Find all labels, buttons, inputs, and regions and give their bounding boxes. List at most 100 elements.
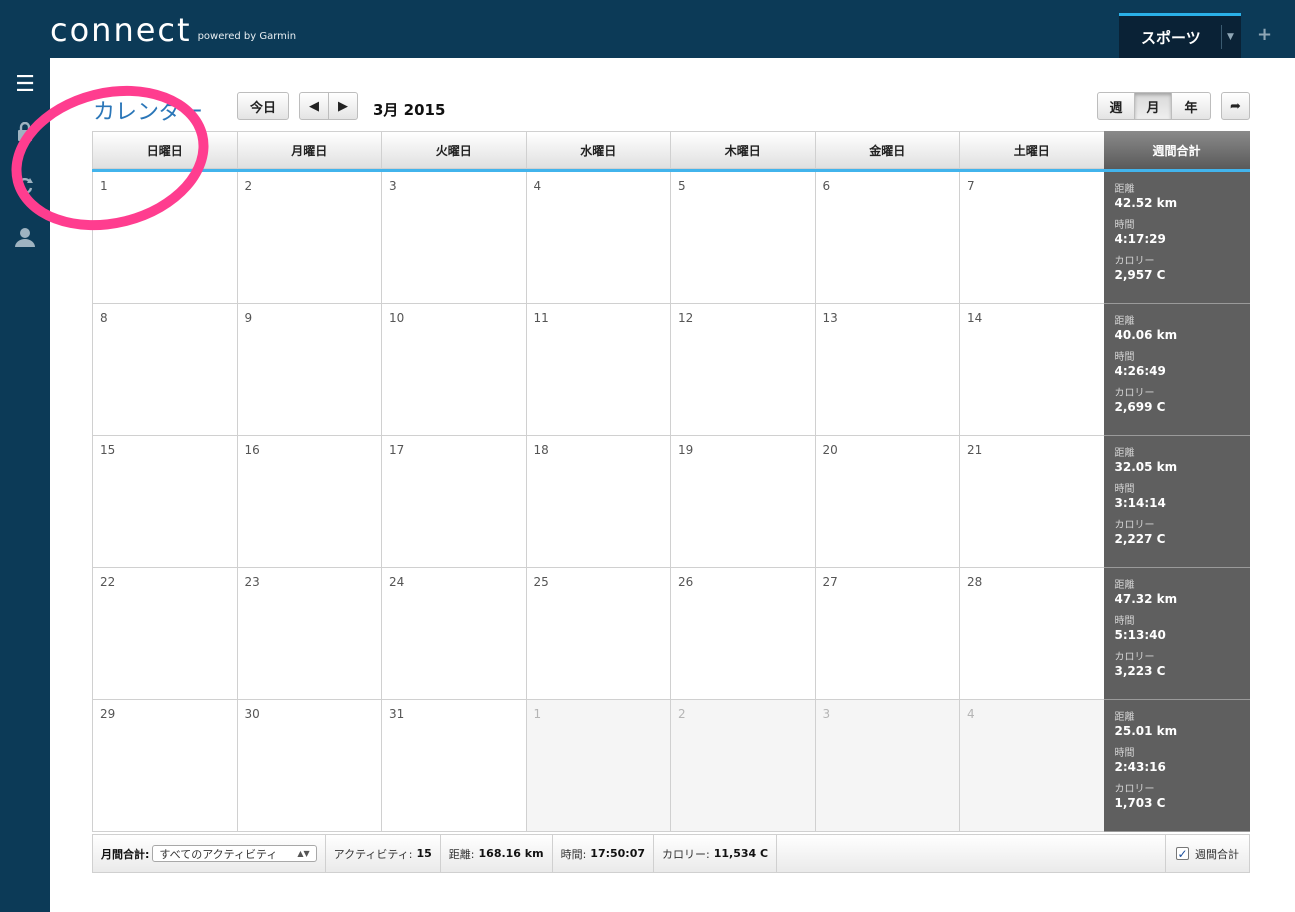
calendar-day-cell[interactable]: 17 bbox=[381, 436, 526, 568]
calendar-day-cell[interactable]: 4 bbox=[959, 700, 1104, 832]
calendar-day-cell[interactable]: 18 bbox=[525, 436, 670, 568]
weekly-total-value: 2,957 C bbox=[1114, 268, 1166, 282]
weekly-total-value: 1,703 C bbox=[1114, 796, 1166, 810]
weekly-total-label: 時間 bbox=[1114, 748, 1135, 759]
share-arrow-icon: ➦ bbox=[1230, 98, 1241, 114]
hamburger-menu-icon[interactable]: ☰ bbox=[14, 72, 36, 97]
calendar-day-cell[interactable]: 5 bbox=[670, 172, 815, 304]
calendar-day-cell[interactable]: 1 bbox=[92, 172, 237, 304]
sports-tab[interactable]: スポーツ ▼ bbox=[1119, 13, 1241, 58]
calendar-day-cell[interactable]: 15 bbox=[92, 436, 237, 568]
day-number: 8 bbox=[100, 311, 108, 325]
next-month-button[interactable]: ▶ bbox=[328, 92, 358, 120]
weekday-header: 月曜日 bbox=[236, 131, 381, 169]
summary-time-value: 17:50:07 bbox=[590, 847, 646, 860]
share-button[interactable]: ➦ bbox=[1221, 92, 1250, 120]
day-number: 4 bbox=[533, 179, 542, 193]
calendar-weeks: 1 2 3 4 5 6 7 距離 42.52 km 時間 4:17:29 カロリー 2,957 C891… bbox=[92, 172, 1250, 832]
sync-icon[interactable] bbox=[14, 176, 36, 201]
day-number: 2 bbox=[244, 179, 253, 193]
day-number: 7 bbox=[967, 179, 975, 193]
monthly-summary-bar: 月間合計: すべてのアクティビティ ▲▼ アクティビティ: 15 距離: 168.1… bbox=[92, 834, 1250, 873]
calendar-day-cell[interactable]: 31 bbox=[381, 700, 526, 832]
calendar-day-cell[interactable]: 21 bbox=[959, 436, 1104, 568]
user-icon[interactable] bbox=[14, 226, 36, 253]
activity-type-select[interactable]: すべてのアクティビティ ▲▼ bbox=[152, 845, 317, 862]
day-number: 24 bbox=[389, 575, 405, 589]
calendar-day-cell[interactable]: 30 bbox=[236, 700, 381, 832]
weekly-total-value: 40.06 km bbox=[1114, 328, 1178, 342]
calendar-day-cell[interactable]: 24 bbox=[381, 568, 526, 700]
calendar-header-row: 日曜日 月曜日 火曜日 水曜日 木曜日 金曜日 土曜日 週間合計 bbox=[92, 131, 1250, 172]
calendar-day-cell[interactable]: 26 bbox=[670, 568, 815, 700]
calendar-day-cell[interactable]: 14 bbox=[959, 304, 1104, 436]
calendar-day-cell[interactable]: 25 bbox=[525, 568, 670, 700]
calendar-day-cell[interactable]: 6 bbox=[814, 172, 959, 304]
garmin-connect-logo[interactable]: connect powered by Garmin bbox=[50, 12, 296, 48]
previous-month-button[interactable]: ◀ bbox=[299, 92, 329, 120]
day-number: 20 bbox=[822, 443, 838, 457]
page-title: カレンダー bbox=[93, 100, 204, 125]
chevron-down-icon[interactable]: ▼ bbox=[1221, 25, 1239, 49]
calendar-day-cell[interactable]: 2 bbox=[236, 172, 381, 304]
summary-calories-value: 11,534 C bbox=[713, 847, 769, 860]
weekly-total-toggle[interactable]: ✓ 週間合計 bbox=[1166, 835, 1249, 872]
day-number: 13 bbox=[822, 311, 838, 325]
calendar-day-cell[interactable]: 12 bbox=[670, 304, 815, 436]
calendar-day-cell[interactable]: 2 bbox=[670, 700, 815, 832]
weekly-total-value: 42.52 km bbox=[1114, 196, 1178, 210]
day-number: 16 bbox=[244, 443, 260, 457]
calendar-day-cell[interactable]: 7 bbox=[959, 172, 1104, 304]
weekly-total-value: 2,699 C bbox=[1114, 400, 1166, 414]
year-view-button[interactable]: 年 bbox=[1171, 92, 1211, 120]
summary-distance-value: 168.16 km bbox=[478, 847, 544, 860]
weekly-total-cell: 距離 25.01 km 時間 2:43:16 カロリー 1,703 C bbox=[1103, 700, 1250, 832]
today-button[interactable]: 今日 bbox=[237, 92, 289, 120]
calendar-day-cell[interactable]: 27 bbox=[814, 568, 959, 700]
day-number: 17 bbox=[389, 443, 405, 457]
weekly-total-label: 距離 bbox=[1114, 316, 1135, 327]
weekly-total-value: 3,223 C bbox=[1114, 664, 1166, 678]
calendar-day-cell[interactable]: 8 bbox=[92, 304, 237, 436]
day-number: 22 bbox=[100, 575, 116, 589]
calendar-day-cell[interactable]: 10 bbox=[381, 304, 526, 436]
weekday-header: 木曜日 bbox=[670, 131, 815, 169]
day-number: 9 bbox=[244, 311, 253, 325]
weekly-total-value: 2:43:16 bbox=[1114, 760, 1166, 774]
calendar-day-cell[interactable]: 16 bbox=[236, 436, 381, 568]
weekly-total-toggle-label: 週間合計 bbox=[1195, 847, 1239, 861]
calendar-day-cell[interactable]: 19 bbox=[670, 436, 815, 568]
week-view-button[interactable]: 週 bbox=[1097, 92, 1135, 120]
calendar-day-cell[interactable]: 9 bbox=[236, 304, 381, 436]
arrow-right-icon: ▶ bbox=[338, 98, 348, 114]
weekly-total-label: カロリー bbox=[1114, 520, 1155, 531]
summary-time-label: 時間: bbox=[560, 847, 587, 861]
add-tab-button[interactable]: + bbox=[1257, 24, 1272, 45]
weekly-total-label: 距離 bbox=[1114, 712, 1135, 723]
calendar-day-cell[interactable]: 13 bbox=[814, 304, 959, 436]
weekday-header: 日曜日 bbox=[92, 131, 237, 169]
calendar-day-cell[interactable]: 23 bbox=[236, 568, 381, 700]
day-number: 28 bbox=[967, 575, 983, 589]
calendar-day-cell[interactable]: 28 bbox=[959, 568, 1104, 700]
summary-distance: 距離: 168.16 km bbox=[441, 835, 553, 872]
calendar-day-cell[interactable]: 11 bbox=[525, 304, 670, 436]
weekly-total-checkbox[interactable]: ✓ bbox=[1176, 847, 1189, 860]
weekly-total-label: カロリー bbox=[1114, 388, 1155, 399]
activity-type-value: すべてのアクティビティ bbox=[159, 847, 278, 861]
calendar-day-cell[interactable]: 20 bbox=[814, 436, 959, 568]
calendar-day-cell[interactable]: 3 bbox=[381, 172, 526, 304]
weekly-total-label: 時間 bbox=[1114, 484, 1135, 495]
month-view-button[interactable]: 月 bbox=[1134, 92, 1172, 120]
calendar-day-cell[interactable]: 4 bbox=[525, 172, 670, 304]
select-arrows-icon: ▲▼ bbox=[297, 849, 310, 858]
day-number: 5 bbox=[678, 179, 686, 193]
calendar-day-cell[interactable]: 3 bbox=[814, 700, 959, 832]
day-number: 1 bbox=[100, 179, 108, 193]
calendar-day-cell[interactable]: 29 bbox=[92, 700, 237, 832]
calendar-day-cell[interactable]: 1 bbox=[525, 700, 670, 832]
calendar-day-cell[interactable]: 22 bbox=[92, 568, 237, 700]
lock-icon[interactable] bbox=[14, 121, 36, 147]
summary-calories: カロリー: 11,534 C bbox=[654, 835, 778, 872]
left-sidebar: ☰ bbox=[0, 58, 50, 912]
